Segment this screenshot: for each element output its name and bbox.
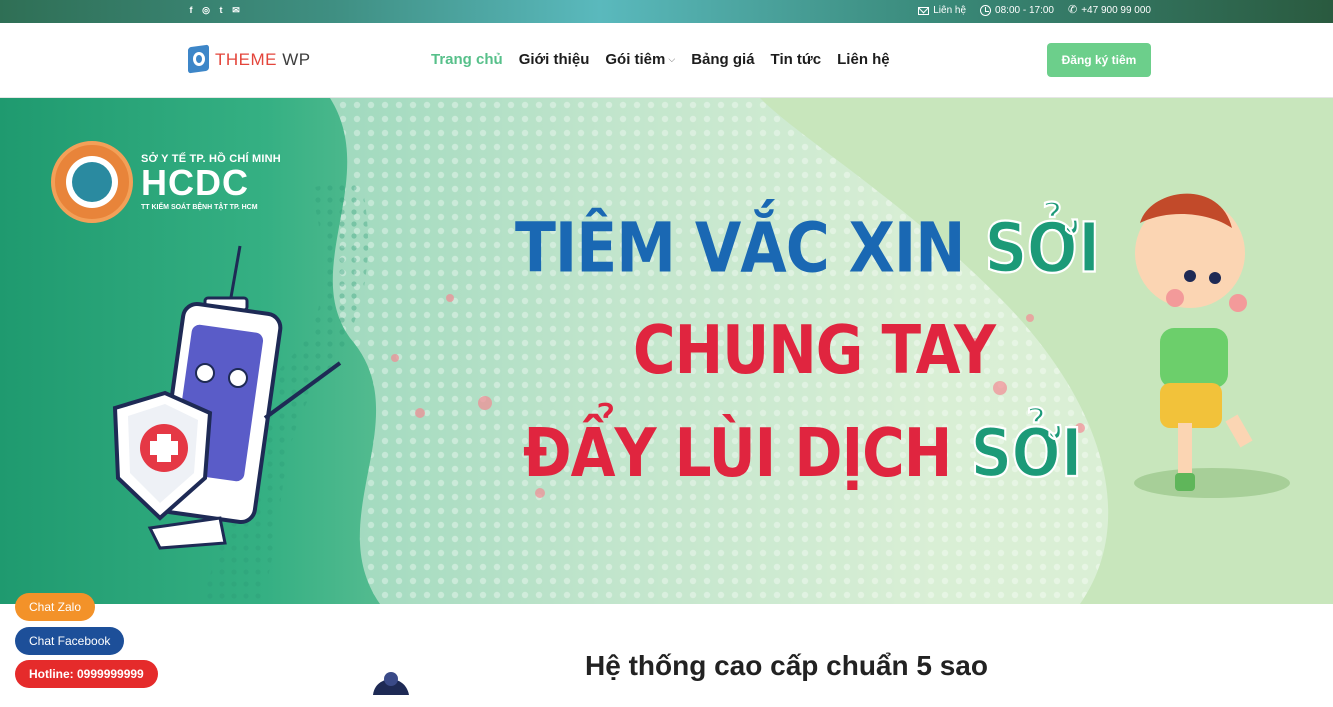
hotline-button[interactable]: Hotline: 0999999999 [15, 660, 158, 688]
instagram-icon[interactable]: ◎ [201, 5, 211, 16]
site-header: THEME WP Trang chủ Giới thiệu Gói tiêm ⌵… [0, 23, 1333, 98]
hero-banner[interactable]: SỞ Y TẾ TP. HỒ CHÍ MINH HCDC TT KIỂM SOÁ… [0, 98, 1333, 604]
top-phone[interactable]: ✆ +47 900 99 000 [1067, 4, 1151, 17]
nav-contact[interactable]: Liên hệ [837, 51, 890, 68]
section-title: Hệ thống cao cấp chuẩn 5 sao [585, 650, 988, 681]
nav-pricing[interactable]: Bảng giá [691, 51, 754, 68]
mascot-peek-illustration [373, 672, 409, 695]
top-hours: 08:00 - 17:00 [980, 5, 1054, 16]
top-phone-text: +47 900 99 000 [1081, 5, 1151, 16]
top-contact-link[interactable]: Liên hệ [918, 5, 966, 16]
nav-news[interactable]: Tin tức [771, 51, 822, 68]
twitter-icon[interactable]: t [216, 5, 226, 16]
headline-line-2: CHUNG TAY [633, 311, 996, 390]
hcdc-name: HCDC [141, 162, 249, 203]
headline-line-1: TIÊM VẮC XIN SỞI [515, 207, 1101, 290]
hcdc-seal-icon [51, 141, 133, 223]
chevron-down-icon: ⌵ [668, 54, 676, 64]
email-icon[interactable]: ✉ [231, 5, 241, 16]
chat-zalo-button[interactable]: Chat Zalo [15, 593, 96, 621]
clock-icon [980, 5, 992, 16]
site-logo[interactable]: THEME WP [187, 43, 311, 76]
facebook-icon[interactable]: f [186, 5, 196, 16]
nav-packages-label: Gói tiêm [605, 51, 666, 68]
top-contact-label: Liên hệ [933, 5, 967, 16]
nav-home[interactable]: Trang chủ [431, 51, 503, 68]
phone-icon: ✆ [1067, 4, 1078, 16]
social-links: f ◎ t ✉ [186, 5, 241, 16]
top-bar: f ◎ t ✉ Liên hệ 08:00 - 17:00 ✆ +47 900 … [0, 0, 1333, 23]
top-contact-info: Liên hệ 08:00 - 17:00 ✆ +47 900 99 000 [918, 5, 1151, 16]
mail-icon [918, 6, 930, 15]
logo-cube-icon [187, 43, 211, 76]
nav-about[interactable]: Giới thiệu [519, 51, 590, 68]
logo-text: THEME WP [215, 49, 311, 69]
main-nav: Trang chủ Giới thiệu Gói tiêm ⌵ Bảng giá… [431, 51, 890, 68]
hcdc-logo: SỞ Y TẾ TP. HỒ CHÍ MINH HCDC TT KIỂM SOÁ… [51, 141, 281, 223]
chat-facebook-button[interactable]: Chat Facebook [15, 627, 125, 655]
hcdc-subtitle: TT KIỂM SOÁT BỆNH TẬT TP. HCM [141, 204, 258, 211]
register-button[interactable]: Đăng ký tiêm [1047, 43, 1151, 77]
headline-line-3: ĐẨY LÙI DỊCH SỞI [523, 413, 1084, 494]
nav-packages[interactable]: Gói tiêm ⌵ [605, 51, 675, 68]
top-hours-text: 08:00 - 17:00 [995, 5, 1054, 16]
